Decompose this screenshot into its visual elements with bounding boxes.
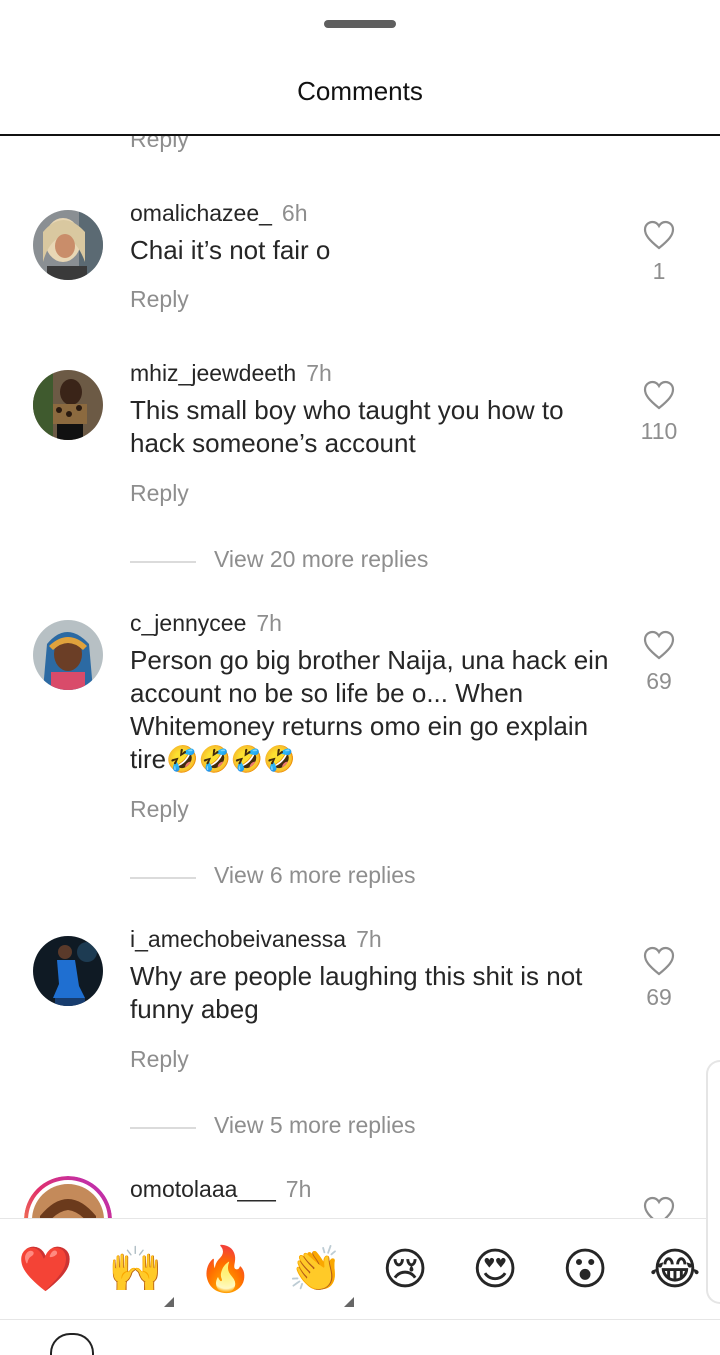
like-button[interactable]: 1 xyxy=(630,220,688,285)
raising-hands-emoji-button[interactable]: 🙌 xyxy=(108,1243,174,1307)
reply-button[interactable]: Reply xyxy=(130,1046,189,1073)
story-avatar[interactable] xyxy=(24,1176,112,1218)
red-heart-emoji-button[interactable]: ❤️ xyxy=(18,1243,73,1297)
heart-icon[interactable] xyxy=(643,1196,675,1218)
view-more-label[interactable]: View 6 more replies xyxy=(214,862,416,889)
comment-username[interactable]: c_jennycee 7h xyxy=(130,610,282,637)
tears-of-joy-emoji-button[interactable]: 😂 xyxy=(648,1243,702,1297)
like-count: 1 xyxy=(652,258,666,284)
page-title: Comments xyxy=(297,76,423,106)
comment-input-area xyxy=(0,1319,720,1337)
avatar[interactable] xyxy=(33,936,103,1006)
like-button[interactable]: 110 xyxy=(630,380,688,445)
skin-tone-indicator-icon xyxy=(344,1297,354,1307)
crying-face-emoji-button[interactable]: 😢 xyxy=(378,1243,432,1297)
comment-username[interactable]: omalichazee_ 6h xyxy=(130,200,308,227)
view-more-divider xyxy=(130,561,196,563)
like-count: 69 xyxy=(646,984,672,1010)
comment-text: Why are people laughing this shit is not… xyxy=(130,961,583,1024)
comment-time: 7h xyxy=(285,1176,312,1202)
comment-username[interactable]: mhiz_jeewdeeth 7h xyxy=(130,360,332,387)
like-button[interactable] xyxy=(630,1196,688,1218)
view-more-label[interactable]: View 20 more replies xyxy=(214,546,428,573)
comment-text: This small boy who taught you how to hac… xyxy=(130,395,564,458)
comment-text: Chai it’s not fair o xyxy=(130,235,331,265)
like-button[interactable]: 69 xyxy=(630,946,688,1011)
heart-icon[interactable] xyxy=(643,380,675,410)
comment-text: Person go big brother Naija, una hack ei… xyxy=(130,645,609,774)
comments-list[interactable]: Reply omalichazee_ 6h Chai it’s not fair … xyxy=(0,134,720,1218)
username-text[interactable]: c_jennycee xyxy=(130,610,246,636)
clapping-hands-icon: 👏 xyxy=(288,1245,343,1294)
comment-time: 6h xyxy=(281,200,308,226)
comment-username[interactable]: i_amechobeivanessa 7h xyxy=(130,926,382,953)
view-more-divider xyxy=(130,877,196,879)
reply-button[interactable]: Reply xyxy=(130,480,189,507)
comment-username[interactable]: omotolaaa___ 7h xyxy=(130,1176,311,1203)
comments-sheet-header: Comments xyxy=(0,0,720,136)
surprised-face-emoji-button[interactable]: 😮 xyxy=(558,1243,612,1297)
like-count: 69 xyxy=(646,668,672,694)
heart-icon[interactable] xyxy=(643,630,675,660)
comment-time: 7h xyxy=(356,926,382,952)
comment-time: 7h xyxy=(306,360,332,386)
username-text[interactable]: mhiz_jeewdeeth xyxy=(130,360,296,386)
view-more-label[interactable]: View 5 more replies xyxy=(214,1112,416,1139)
clapping-hands-emoji-button[interactable]: 👏 xyxy=(288,1243,354,1307)
avatar[interactable] xyxy=(33,210,103,280)
skin-tone-indicator-icon xyxy=(164,1297,174,1307)
raising-hands-icon: 🙌 xyxy=(108,1245,163,1294)
comment-time: 7h xyxy=(256,610,282,636)
username-text[interactable]: omalichazee_ xyxy=(130,200,272,226)
scroll-handle[interactable] xyxy=(706,1060,720,1304)
heart-eyes-emoji-button[interactable]: 😍 xyxy=(468,1243,522,1297)
avatar[interactable] xyxy=(33,370,103,440)
fire-emoji-button[interactable]: 🔥 xyxy=(198,1243,253,1297)
username-text[interactable]: i_amechobeivanessa xyxy=(130,926,346,952)
emoji-reaction-bar: ❤️ 🙌 🔥 👏 😢 😍 😮 😂 xyxy=(0,1218,720,1320)
drag-handle[interactable] xyxy=(324,20,396,28)
like-button[interactable]: 69 xyxy=(630,630,688,695)
reply-button[interactable]: Reply xyxy=(130,134,189,153)
heart-icon[interactable] xyxy=(643,946,675,976)
view-more-divider xyxy=(130,1127,196,1129)
avatar[interactable] xyxy=(33,620,103,690)
username-text[interactable]: omotolaaa___ xyxy=(130,1176,276,1202)
like-count: 110 xyxy=(640,418,678,444)
reply-button[interactable]: Reply xyxy=(130,796,189,823)
heart-icon[interactable] xyxy=(643,220,675,250)
reply-button[interactable]: Reply xyxy=(130,286,189,313)
